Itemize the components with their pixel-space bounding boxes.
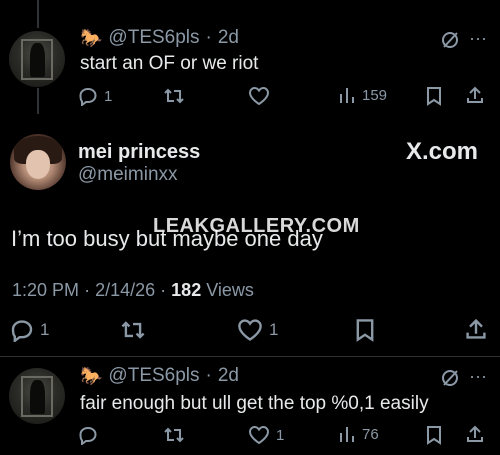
retweet-icon	[164, 88, 184, 104]
reply2-retweet-button[interactable]	[163, 425, 185, 445]
reply1-views-count: 159	[362, 86, 388, 104]
reply1-text: start an OF or we riot	[80, 53, 259, 74]
views-icon	[340, 88, 354, 103]
reply1-share-button[interactable]	[465, 85, 485, 105]
main-dot: ·	[84, 280, 91, 300]
main-meta: 1:20 PM · 2/14/26 · 182 Views	[12, 280, 254, 301]
reply2-time[interactable]: 2d	[218, 365, 239, 387]
share-icon	[466, 318, 486, 339]
heart-icon	[248, 425, 270, 445]
retweet-icon	[121, 321, 145, 339]
reply1-header: 🐎 @TES6pls · 2d	[80, 27, 239, 49]
bookmark-icon	[427, 87, 441, 106]
reply1-reply-button[interactable]: 1	[78, 86, 112, 106]
main-like-button[interactable]: 1	[237, 318, 278, 342]
bookmark-icon	[427, 426, 441, 445]
avatar-tes6pls[interactable]	[9, 31, 65, 87]
main-reply-count: 1	[40, 320, 50, 339]
reply2-handle[interactable]: @TES6pls	[108, 365, 199, 387]
reply1-bookmark-button[interactable]	[425, 86, 443, 106]
reply1-time[interactable]: 2d	[218, 27, 239, 49]
watermark: LEAKGALLERY.COM	[153, 215, 360, 237]
reply1-handle[interactable]: @TES6pls	[108, 27, 199, 49]
thread-line-mid	[37, 88, 39, 114]
main-share-button[interactable]	[464, 317, 488, 341]
share-icon	[467, 425, 483, 442]
reply-icon	[79, 87, 97, 106]
main-date[interactable]: 2/14/26	[95, 280, 155, 300]
reply2-share-button[interactable]	[465, 424, 485, 444]
more-icon[interactable]: ···	[469, 28, 487, 49]
reply2-views-count: 76	[362, 425, 379, 443]
reply1-views-button[interactable]: 159	[338, 86, 387, 104]
views-icon	[340, 427, 354, 442]
bookmark-icon	[356, 319, 374, 342]
grok-icon[interactable]	[440, 30, 460, 55]
main-reply-button[interactable]: 1	[10, 318, 49, 342]
reply1-like-button[interactable]	[248, 86, 270, 106]
main-like-count: 1	[269, 320, 279, 339]
main-author-name[interactable]: mei princess	[78, 141, 200, 164]
heart-icon	[238, 319, 262, 341]
main-dot2: ·	[160, 280, 167, 300]
more-icon[interactable]: ···	[469, 366, 487, 387]
reply2-like-button[interactable]: 1	[248, 425, 284, 445]
reply-icon	[79, 426, 97, 445]
main-views-label: Views	[206, 280, 254, 300]
reply-icon	[11, 320, 33, 342]
divider	[0, 356, 500, 357]
main-bookmark-button[interactable]	[354, 318, 376, 342]
horse-icon: 🐎	[80, 27, 103, 48]
thread-line-top	[37, 0, 39, 28]
main-author-handle[interactable]: @meiminxx	[78, 164, 178, 186]
reply2-separator: ·	[205, 365, 212, 386]
reply2-bookmark-button[interactable]	[425, 425, 443, 445]
grok-icon[interactable]	[440, 368, 460, 393]
main-time[interactable]: 1:20 PM	[12, 280, 79, 300]
reply2-views-button[interactable]: 76	[338, 425, 379, 443]
reply2-like-count: 1	[276, 426, 285, 444]
retweet-icon	[164, 427, 184, 443]
reply1-retweet-button[interactable]	[163, 86, 185, 106]
xcom-brand: X.com	[406, 138, 479, 165]
avatar-meiminxx[interactable]	[10, 134, 66, 190]
heart-icon	[248, 86, 270, 106]
main-views-count: 182	[171, 280, 202, 300]
horse-icon: 🐎	[80, 365, 103, 386]
reply2-header: 🐎 @TES6pls · 2d	[80, 365, 239, 387]
reply2-text: fair enough but ull get the top %0,1 eas…	[80, 393, 429, 414]
reply1-separator: ·	[205, 27, 212, 48]
avatar-tes6pls-2[interactable]	[9, 368, 65, 424]
main-retweet-button[interactable]	[120, 318, 146, 342]
reply2-reply-button[interactable]	[78, 425, 98, 445]
reply1-reply-count: 1	[104, 87, 113, 105]
share-icon	[467, 86, 483, 103]
